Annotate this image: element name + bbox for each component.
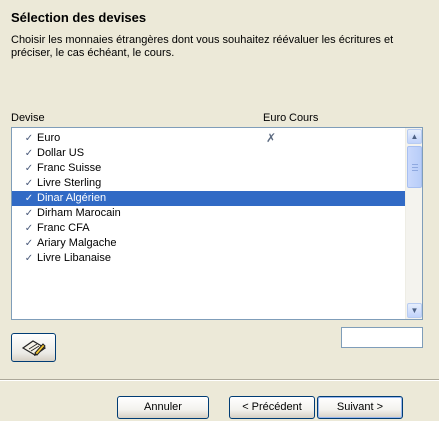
currency-name: Franc CFA [37,222,90,234]
currency-row[interactable]: ✓ Franc Suisse [12,161,405,176]
check-icon[interactable]: ✓ [24,251,34,266]
separator [0,379,439,381]
check-icon[interactable]: ✓ [24,191,34,206]
next-button[interactable]: Suivant > [317,396,403,419]
check-icon[interactable]: ✓ [24,161,34,176]
scroll-thumb[interactable] [407,146,422,188]
cancel-button[interactable]: Annuler [117,396,209,419]
currency-name: Ariary Malgache [37,237,117,249]
scroll-up-button[interactable]: ▲ [407,129,422,144]
currency-row[interactable]: ✓ Euro ✗ [12,131,405,146]
currency-row[interactable]: ✓ Dinar Algérien [12,191,405,206]
check-icon[interactable]: ✓ [24,221,34,236]
currency-row[interactable]: ✓ Livre Libanaise [12,251,405,266]
currency-name: Franc Suisse [37,162,102,174]
column-header-euro: Euro [263,112,287,124]
check-icon[interactable]: ✓ [24,146,34,161]
edit-tool-button[interactable] [11,333,56,362]
check-icon[interactable]: ✓ [24,176,34,191]
cross-icon: ✗ [266,131,277,145]
vertical-scrollbar[interactable]: ▲ ▼ [405,128,422,319]
currency-list[interactable]: ✓ Euro ✗ ✓ Dollar US ✓ Franc Suisse ✓ Livre Ster… [11,127,423,320]
paper-pencil-icon [21,340,47,356]
check-icon[interactable]: ✓ [24,206,34,221]
section-title: Sélection des devises [11,10,147,25]
check-icon[interactable]: ✓ [24,236,34,251]
currency-row[interactable]: ✓ Dollar US [12,146,405,161]
scroll-down-button[interactable]: ▼ [407,303,422,318]
currency-name: Livre Sterling [37,177,102,189]
check-icon[interactable]: ✓ [24,131,34,146]
currency-name: Dirham Marocain [37,207,121,219]
currency-row[interactable]: ✓ Franc CFA [12,221,405,236]
column-header-devise: Devise [11,112,45,124]
previous-button[interactable]: < Précédent [229,396,315,419]
currency-name: Dollar US [37,147,85,159]
currency-name: Livre Libanaise [37,252,111,264]
column-header-cours: Cours [289,112,319,124]
currency-row[interactable]: ✓ Dirham Marocain [12,206,405,221]
currency-name: Euro [37,132,61,144]
currency-row[interactable]: ✓ Livre Sterling [12,176,405,191]
section-description: Choisir les monnaies étrangères dont vou… [11,34,394,59]
currency-row[interactable]: ✓ Ariary Malgache [12,236,405,251]
cours-input[interactable] [341,327,423,348]
currency-name: Dinar Algérien [37,192,107,204]
